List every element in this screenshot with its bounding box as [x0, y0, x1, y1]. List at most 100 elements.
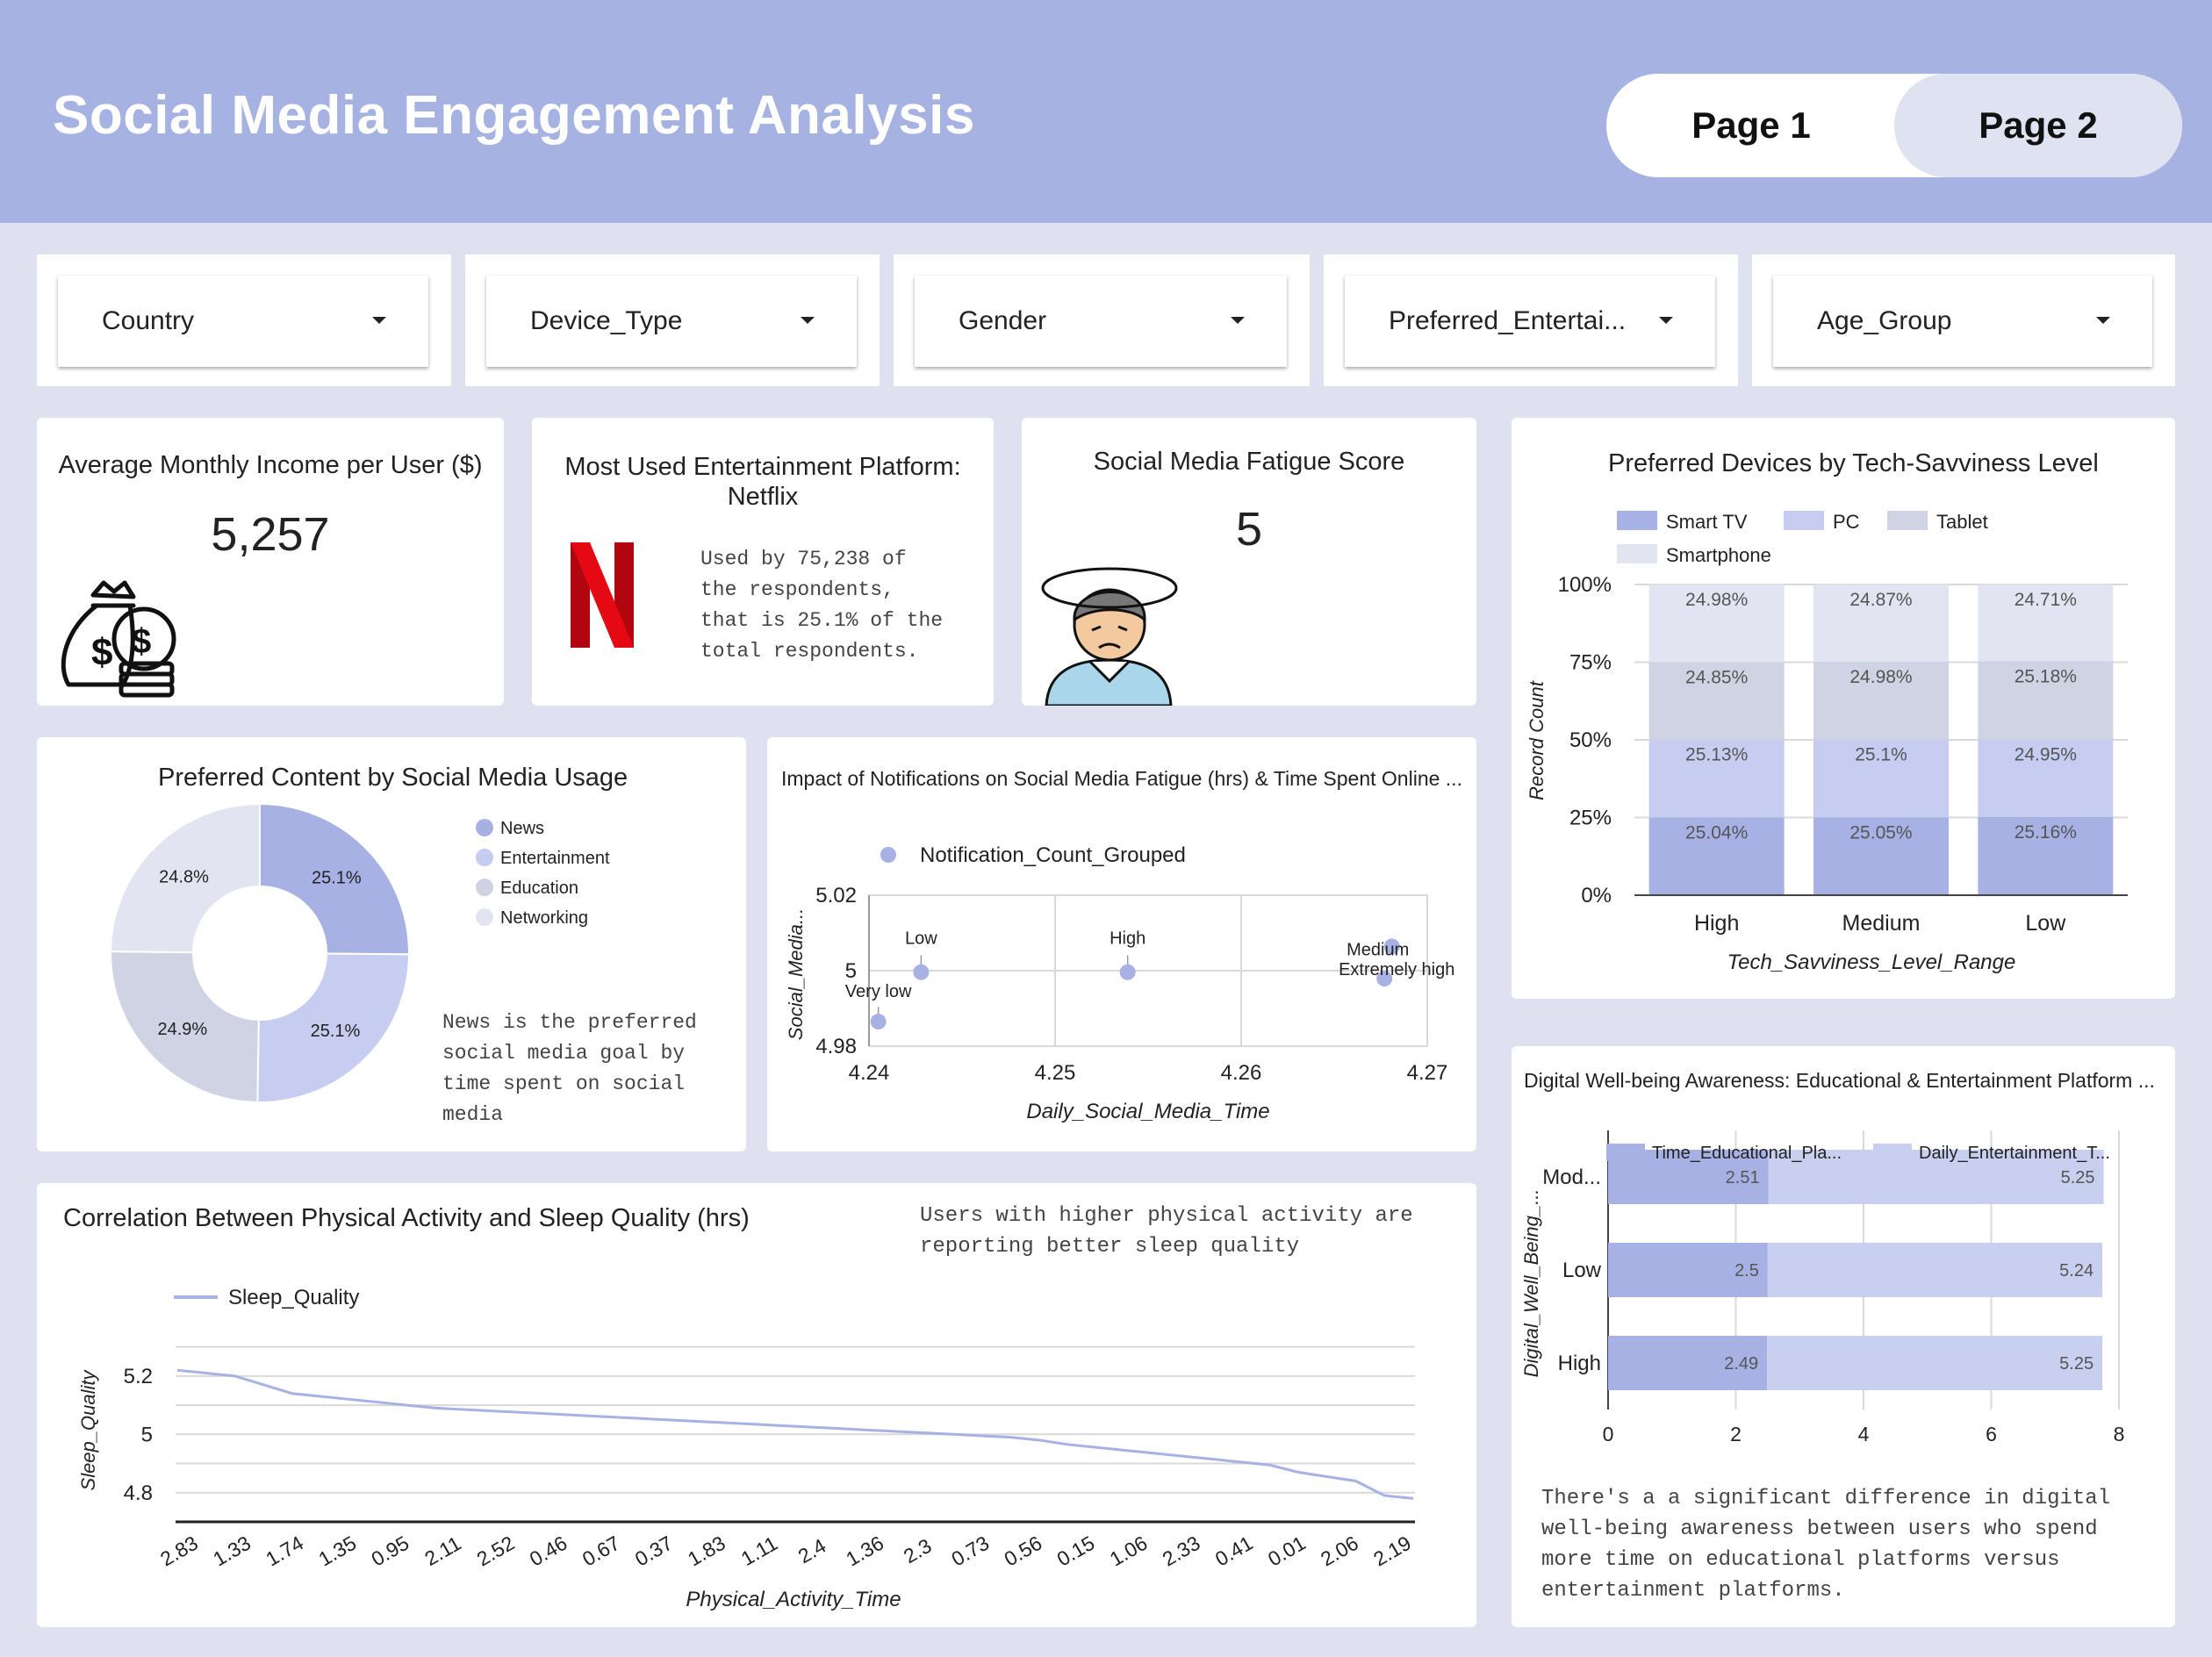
x-tick-label: 0.56: [1001, 1531, 1046, 1571]
segment-label: 24.98%: [1849, 667, 1912, 687]
legend-label: Education: [500, 879, 578, 898]
legend-swatch: [476, 819, 493, 836]
tab-page-2[interactable]: Page 2: [1894, 74, 2182, 177]
x-tick-label: 0.73: [947, 1531, 993, 1571]
header-bar: Social Media Engagement Analysis Page 1 …: [0, 0, 2212, 223]
platform-kpi-card: Most Used Entertainment Platform: Netfli…: [532, 418, 994, 706]
x-tick-label: 0.67: [578, 1531, 624, 1571]
x-tick-label: 2.19: [1369, 1531, 1415, 1571]
x-tick-label: 4.27: [1407, 1061, 1448, 1085]
note-line: time spent on social: [442, 1072, 686, 1095]
y-tick-label: 5: [141, 1423, 153, 1446]
x-tick-label: 4.26: [1221, 1061, 1262, 1085]
x-tick-label: 1.33: [209, 1531, 255, 1571]
x-axis-label: Tech_Savviness_Level_Range: [1727, 950, 2016, 974]
donut-note: News is the preferred social media goal …: [442, 1008, 697, 1130]
fatigue-kpi-card: Social Media Fatigue Score 5: [1022, 418, 1476, 706]
note-line: media: [442, 1103, 504, 1126]
dropdown-label: Age_Group: [1817, 306, 1952, 335]
kpi-title: Social Media Fatigue Score: [1093, 448, 1405, 476]
x-tick-label: 1.83: [684, 1531, 729, 1571]
legend-swatch: [476, 879, 493, 896]
x-tick-label: 2.83: [156, 1531, 202, 1571]
svg-text:$: $: [132, 622, 151, 661]
y-tick-label: 5: [845, 959, 857, 983]
segment-label: 25.13%: [1685, 744, 1748, 764]
x-tick-label: Medium: [1842, 911, 1921, 936]
y-tick-label: 25%: [1569, 807, 1612, 830]
x-tick-label: 4.24: [849, 1061, 890, 1085]
note-line: Used by 75,238 of: [700, 548, 907, 570]
kpi-title-line2: Netflix: [727, 483, 799, 511]
x-tick-label: 1.35: [314, 1531, 360, 1571]
page-navigation: Page 1 Page 2: [1606, 74, 2182, 177]
segment-label: 24.71%: [2014, 590, 2077, 610]
legend-label: Notification_Count_Grouped: [920, 843, 1186, 867]
bar-value-label: 2.49: [1724, 1354, 1758, 1374]
legend-swatch: [1873, 1144, 1912, 1161]
gender-filter[interactable]: Gender: [915, 276, 1287, 367]
legend-label: Networking: [500, 908, 588, 928]
y-tick-label: 4.8: [124, 1481, 153, 1505]
bar-value-label: 2.5: [1734, 1261, 1759, 1280]
x-tick-label: 0: [1603, 1423, 1614, 1445]
y-axis-label: Social_Media...: [785, 908, 807, 1040]
segment-label: 24.87%: [1849, 590, 1912, 610]
note-line: entertainment platforms.: [1541, 1579, 1845, 1603]
slice-label: 25.1%: [311, 1022, 361, 1041]
notifications-scatter-card: Impact of Notifications on Social Media …: [767, 737, 1476, 1151]
x-tick-label: 1.11: [737, 1531, 781, 1570]
slice-label: 25.1%: [312, 868, 362, 887]
preferred-entertainment-filter[interactable]: Preferred_Entertai...: [1345, 276, 1715, 367]
legend-swatch: [1617, 544, 1657, 563]
dizzy-person-icon: [1041, 567, 1178, 706]
x-tick-label: 0.01: [1264, 1531, 1310, 1571]
bar-value-label: 5.24: [2059, 1261, 2094, 1280]
slice-label: 24.8%: [159, 868, 209, 887]
caret-down-icon: [2096, 317, 2110, 324]
segment-label: 24.98%: [1685, 590, 1748, 610]
kpi-title-line1: Most Used Entertainment Platform:: [564, 453, 961, 481]
stacked-bar-chart: 0% 25% 50% 75% 100% 25.04% 25.13% 24.85% 24.98% H…: [1526, 511, 2128, 974]
filter-card-age: Age_Group: [1752, 255, 2175, 386]
wellbeing-bar-card: Digital Well-being Awareness: Educationa…: [1512, 1046, 2175, 1627]
kpi-value: 5: [1235, 503, 1263, 556]
caret-down-icon: [372, 317, 386, 324]
legend-label: News: [500, 819, 544, 838]
y-tick-label: 75%: [1569, 651, 1612, 675]
x-tick-label: 0.15: [1053, 1531, 1099, 1571]
legend-swatch: [476, 849, 493, 866]
legend-label: Smart TV: [1666, 511, 1748, 533]
x-tick-label: 2.33: [1159, 1531, 1204, 1571]
scatter-point: [913, 964, 930, 980]
segment-label: 25.04%: [1685, 822, 1748, 843]
y-tick-label: 100%: [1558, 573, 1612, 597]
x-tick-label: 1.74: [262, 1531, 307, 1571]
x-axis-label: Daily_Social_Media_Time: [1026, 1100, 1269, 1123]
dropdown-label: Country: [102, 306, 195, 335]
x-tick-label: 0.41: [1211, 1531, 1257, 1571]
legend-swatch: [1617, 511, 1657, 530]
x-axis-label: Physical_Activity_Time: [686, 1588, 901, 1611]
note-line: that is 25.1% of the: [700, 609, 944, 632]
legend-swatch: [1887, 511, 1928, 530]
note-line: There's a a significant difference in di…: [1541, 1487, 2111, 1510]
point-label: Medium: [1347, 940, 1409, 959]
x-tick-label: 0.37: [631, 1531, 677, 1571]
scatter-point: [1119, 964, 1136, 980]
x-tick-label: 1.36: [842, 1531, 887, 1571]
y-tick-label: Low: [1562, 1259, 1602, 1282]
age-group-filter[interactable]: Age_Group: [1773, 276, 2152, 367]
x-tick-label: 2.11: [420, 1531, 464, 1570]
x-tick-label: 8: [2114, 1423, 2125, 1445]
svg-text:$: $: [91, 631, 112, 674]
country-filter[interactable]: Country: [58, 276, 428, 367]
tab-page-1[interactable]: Page 1: [1606, 74, 1896, 177]
content-donut-card: Preferred Content by Social Media Usage …: [37, 737, 746, 1151]
legend-swatch: [476, 908, 493, 926]
note-line: more time on educational platforms versu…: [1541, 1548, 2060, 1572]
caret-down-icon: [801, 317, 815, 324]
x-tick-label: 2: [1730, 1423, 1742, 1445]
device-type-filter[interactable]: Device_Type: [486, 276, 857, 367]
hbar-segment: [1767, 1336, 2103, 1390]
